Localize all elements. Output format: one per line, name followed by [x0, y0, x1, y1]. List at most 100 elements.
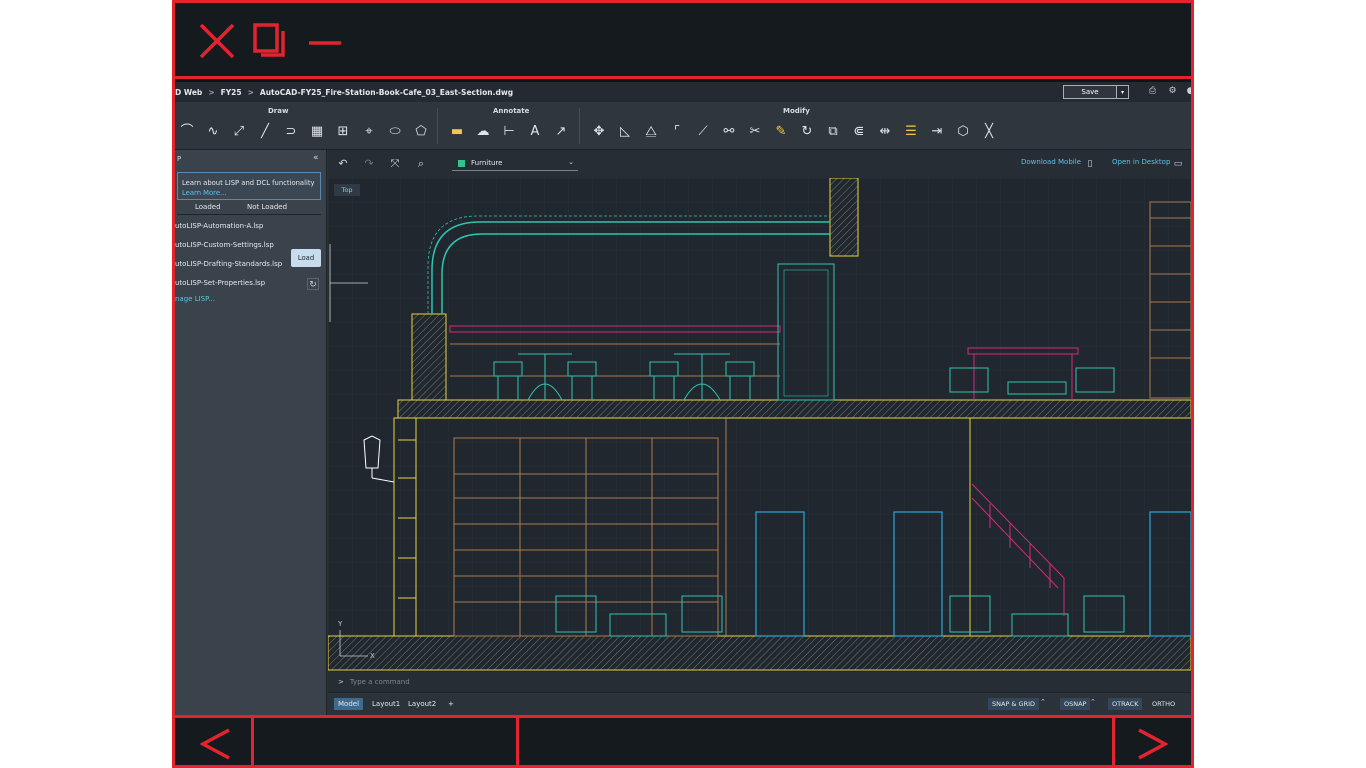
axis-y-label: Y — [337, 620, 343, 628]
array-icon[interactable]: ⊞ — [333, 122, 353, 142]
breadcrumb-separator: > — [247, 87, 254, 97]
polyline-icon[interactable]: ⤢ — [229, 122, 249, 142]
lisp-file-item[interactable]: utoLISP-Set-Properties.lsp — [175, 279, 265, 287]
breadcrumb: D Web > FY25 > AutoCAD-FY25_Fire-Station… — [175, 82, 1191, 102]
tab-model[interactable]: Model — [334, 698, 364, 710]
3d-box-icon[interactable]: ⬡ — [953, 122, 973, 142]
undo-icon[interactable]: ↶ — [336, 157, 350, 171]
fillet-icon[interactable]: ⌜ — [667, 122, 687, 142]
drawing-canvas[interactable]: Y X Top — [328, 178, 1191, 672]
point-icon[interactable]: ⌖ — [359, 122, 379, 142]
minimize-icon[interactable] — [303, 21, 343, 61]
help-icon[interactable]: ● — [1185, 86, 1191, 97]
revcloud-icon[interactable]: ☁ — [473, 122, 493, 142]
back-arrow-icon[interactable] — [195, 726, 235, 762]
autocad-web-app: D Web > FY25 > AutoCAD-FY25_Fire-Station… — [175, 82, 1191, 715]
copy-icon[interactable]: ⚯ — [719, 122, 739, 142]
dimension-icon[interactable]: ⊢ — [499, 122, 519, 142]
ribbon-divider — [579, 108, 580, 144]
match-properties-icon[interactable]: ✎ — [771, 122, 791, 142]
chevron-up-icon[interactable]: ⌃ — [1040, 698, 1046, 706]
offset-modify-icon[interactable]: ⋐ — [849, 122, 869, 142]
trim-icon[interactable]: ✂ — [745, 122, 765, 142]
learn-text: Learn about LISP and DCL functionality — [182, 179, 315, 187]
redo-icon[interactable]: ↷ — [362, 157, 376, 171]
divider — [251, 718, 254, 768]
view-cube-label[interactable]: Top — [334, 184, 360, 196]
rotate-icon[interactable]: ↻ — [797, 122, 817, 142]
tab-loaded[interactable]: Loaded — [195, 203, 221, 211]
lisp-file-item[interactable]: utoLISP-Automation-A.lsp — [175, 222, 263, 230]
ribbon-group-modify-label: Modify — [783, 107, 810, 115]
breadcrumb-folder[interactable]: FY25 — [221, 88, 242, 97]
chevron-up-icon[interactable]: ⌃ — [1090, 698, 1096, 706]
desktop-icon[interactable]: ▭ — [1171, 157, 1185, 171]
reload-icon[interactable]: ↻ — [307, 278, 319, 290]
breadcrumb-file: AutoCAD-FY25_Fire-Station-Book-Cafe_03_E… — [259, 87, 514, 97]
osnap-toggle[interactable]: OSNAP — [1060, 698, 1091, 710]
scale-icon[interactable]: ⧉ — [823, 122, 843, 142]
explode-icon[interactable]: ╳ — [979, 122, 999, 142]
otrack-toggle[interactable]: OTRACK — [1108, 698, 1143, 710]
text-icon[interactable]: A — [525, 122, 545, 142]
ellipse-icon[interactable]: ⬭ — [385, 122, 405, 142]
tab-layout1[interactable]: Layout1 — [368, 698, 404, 710]
hatch-icon[interactable]: ▦ — [307, 122, 327, 142]
manage-lisp-link[interactable]: nage LISP... — [175, 295, 215, 303]
draw-tools: ⌒ ∿ ⤢ ╱ ⊃ ▦ ⊞ ⌖ ⬭ ⬠ — [177, 122, 431, 142]
lisp-file-item[interactable]: utoLISP-Drafting-Standards.lsp — [175, 260, 282, 268]
learn-more-link[interactable]: Learn More... — [182, 188, 316, 198]
snap-grid-toggle[interactable]: SNAP & GRID — [988, 698, 1040, 710]
move-icon[interactable]: ✥ — [589, 122, 609, 142]
tab-not-loaded[interactable]: Not Loaded — [247, 203, 287, 211]
add-layout-button[interactable]: + — [444, 698, 458, 710]
arc-icon[interactable]: ⌒ — [177, 122, 197, 142]
forward-arrow-icon[interactable] — [1133, 726, 1173, 762]
print-icon[interactable]: ⎙ — [1147, 86, 1158, 97]
layer-name: Furniture — [471, 159, 503, 167]
line-icon[interactable]: ╱ — [255, 122, 275, 142]
properties-icon[interactable]: ☰ — [901, 122, 921, 142]
save-button[interactable]: Save — [1063, 85, 1117, 99]
divider — [516, 718, 519, 768]
polygon-icon[interactable]: ⬠ — [411, 122, 431, 142]
save-dropdown-button[interactable]: ▾ — [1116, 85, 1129, 99]
stretch-icon[interactable]: ◺ — [615, 122, 635, 142]
device-frame: D Web > FY25 > AutoCAD-FY25_Fire-Station… — [172, 0, 1194, 768]
restore-window-icon[interactable] — [249, 21, 289, 61]
break-icon[interactable]: ⇥ — [927, 122, 947, 142]
spline-icon[interactable]: ∿ — [203, 122, 223, 142]
breadcrumb-separator: > — [208, 87, 215, 97]
extend-icon[interactable]: ⟋ — [693, 122, 713, 142]
close-icon[interactable] — [197, 21, 237, 61]
divider — [1112, 718, 1115, 768]
breadcrumb-root[interactable]: D Web — [175, 88, 202, 97]
axis-x-label: X — [370, 652, 375, 660]
download-mobile-link[interactable]: Download Mobile — [1021, 158, 1081, 166]
leader-icon[interactable]: ↗ — [551, 122, 571, 142]
collapse-panel-icon[interactable]: « — [313, 153, 319, 163]
modify-tools: ✥ ◺ ⧋ ⌜ ⟋ ⚯ ✂ ✎ ↻ ⧉ ⋐ ⇹ ☰ ⇥ ⬡ ╳ — [589, 122, 999, 142]
window-titlebar — [175, 3, 1191, 79]
command-placeholder: Type a command — [349, 678, 410, 686]
zoom-window-icon[interactable]: ⌕ — [414, 157, 428, 171]
open-desktop-link[interactable]: Open in Desktop — [1112, 158, 1170, 166]
mobile-icon[interactable]: ▯ — [1083, 157, 1097, 171]
command-line[interactable]: > Type a command — [328, 672, 1191, 692]
measure-icon[interactable]: ▬ — [447, 122, 467, 142]
status-bar: Model Layout1 Layout2 + SNAP & GRID ⌃ OS… — [328, 692, 1191, 715]
lisp-panel: P « Learn about LISP and DCL functionali… — [175, 150, 327, 715]
learn-banner: Learn about LISP and DCL functionality L… — [177, 172, 321, 200]
lisp-file-item[interactable]: utoLISP-Custom-Settings.lsp — [175, 241, 274, 249]
layer-dropdown[interactable]: Furniture ⌄ — [452, 156, 578, 171]
offset-icon[interactable]: ⊃ — [281, 122, 301, 142]
join-icon[interactable]: ⇹ — [875, 122, 895, 142]
gear-icon[interactable]: ⚙ — [1167, 86, 1178, 97]
ortho-toggle[interactable]: ORTHO — [1148, 698, 1179, 710]
tab-layout2[interactable]: Layout2 — [404, 698, 440, 710]
column — [829, 178, 859, 257]
mirror-icon[interactable]: ⧋ — [641, 122, 661, 142]
ground-slab — [328, 635, 1191, 671]
load-button[interactable]: Load — [291, 249, 321, 267]
zoom-extents-icon[interactable]: ⤧ — [388, 157, 402, 171]
